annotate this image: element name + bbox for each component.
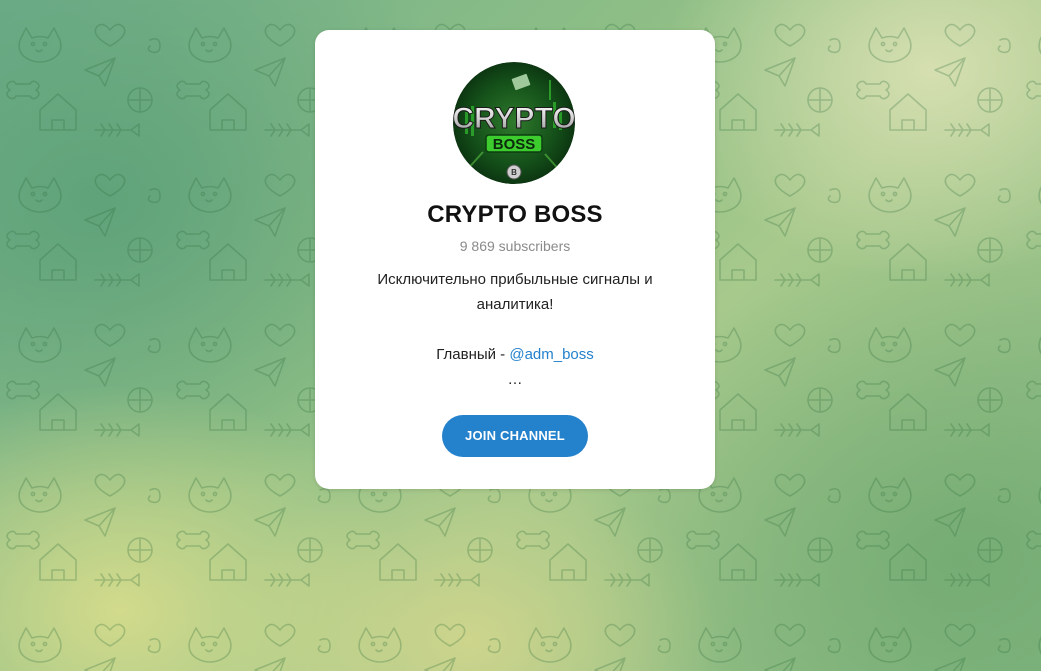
description-blank-line (345, 317, 685, 342)
admin-link[interactable]: @adm_boss (509, 346, 593, 363)
channel-description: Исключительно прибыльные сигналы и анали… (345, 267, 685, 392)
logo-text-boss: BOSS (493, 136, 536, 153)
join-channel-button[interactable]: JOIN CHANNEL (442, 415, 588, 457)
subscriber-count: 9 869 subscribers (459, 238, 571, 254)
description-main-line: Главный - @adm_boss (345, 342, 685, 367)
description-line: Исключительно прибыльные сигналы и (377, 271, 653, 288)
main-label: Главный - (436, 346, 510, 363)
channel-card: CRYPTO BOSS B CRYPTO BOSS 9 869 subscrib… (315, 30, 715, 489)
description-line: аналитика! (476, 296, 554, 313)
logo-text-crypto: CRYPTO (453, 102, 575, 135)
svg-text:B: B (511, 168, 517, 177)
channel-title: CRYPTO BOSS (427, 201, 603, 228)
description-ellipsis: … (507, 371, 523, 388)
crypto-boss-logo: CRYPTO BOSS B (453, 62, 575, 184)
channel-avatar: CRYPTO BOSS B (453, 62, 575, 184)
